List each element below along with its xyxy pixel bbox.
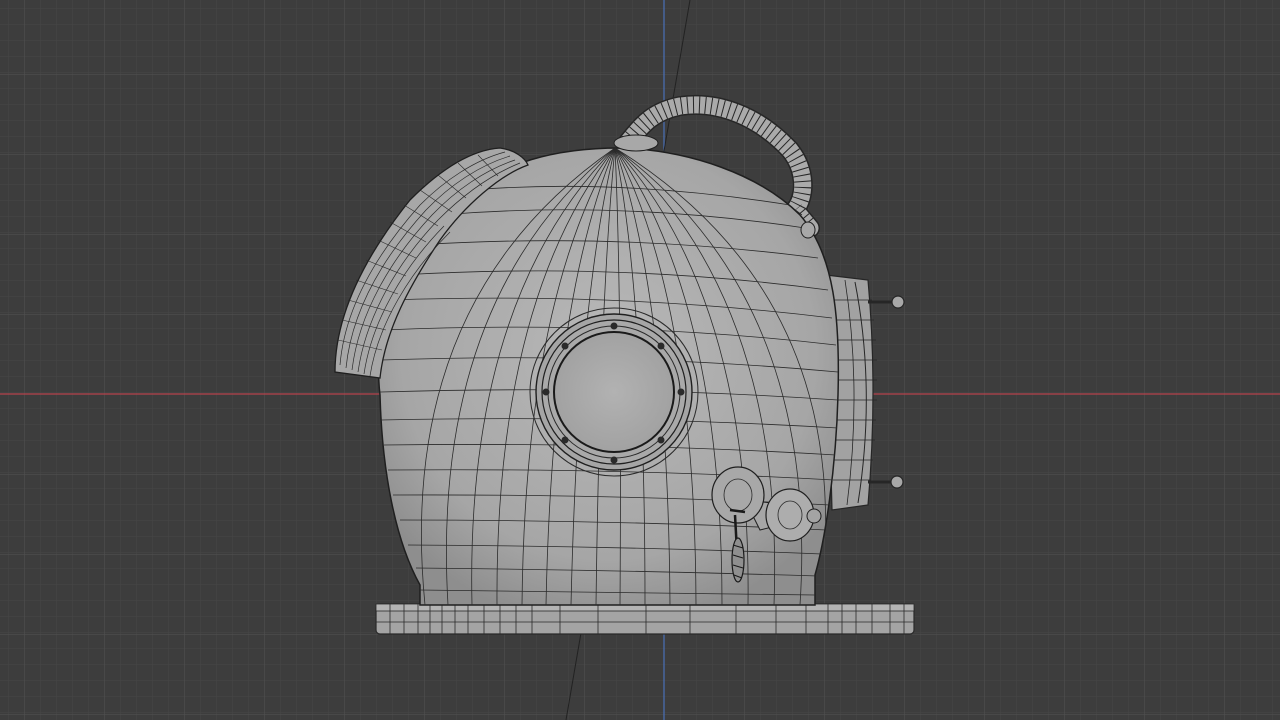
- viewport-canvas[interactable]: [0, 0, 1280, 720]
- base-flange: [375, 603, 915, 635]
- 3d-viewport[interactable]: [0, 0, 1280, 720]
